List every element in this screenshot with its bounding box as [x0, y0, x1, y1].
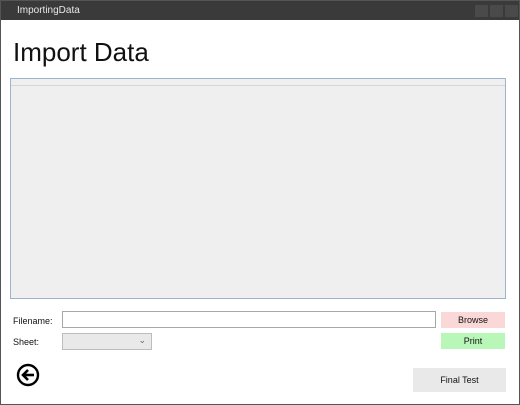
print-button[interactable]: Print — [441, 333, 505, 349]
close-button[interactable] — [505, 5, 518, 17]
title-bar[interactable]: ImportingData — [1, 1, 519, 20]
sheet-label: Sheet: — [13, 337, 40, 347]
minimize-button[interactable] — [475, 5, 488, 17]
browse-button[interactable]: Browse — [441, 312, 505, 328]
grid-header-row — [11, 85, 505, 86]
back-arrow-icon[interactable] — [16, 363, 40, 387]
filename-label: Filename: — [13, 316, 53, 326]
filename-input[interactable] — [62, 311, 436, 328]
final-test-button[interactable]: Final Test — [413, 368, 506, 392]
page-title: Import Data — [13, 37, 149, 67]
data-grid[interactable] — [10, 78, 506, 299]
sheet-dropdown[interactable]: ⌄ — [62, 333, 152, 350]
chevron-down-icon: ⌄ — [138, 335, 146, 345]
import-window: ImportingData Import Data Filename: Brow… — [0, 0, 520, 405]
maximize-button[interactable] — [490, 5, 503, 17]
window-title: ImportingData — [17, 5, 80, 16]
